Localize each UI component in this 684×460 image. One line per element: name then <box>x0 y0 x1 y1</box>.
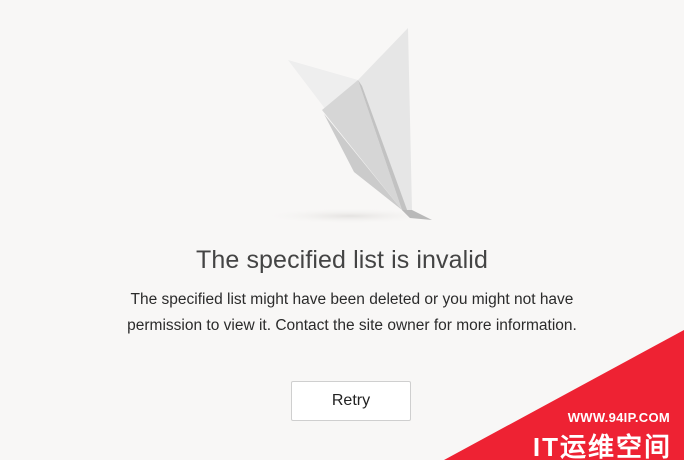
watermark-url: WWW.94IP.COM <box>567 410 670 425</box>
watermark-badge: WWW.94IP.COM IT运维空间 <box>444 330 684 460</box>
retry-button[interactable]: Retry <box>291 381 411 421</box>
watermark-brand: IT运维空间 <box>532 432 672 460</box>
paper-airplane-illustration <box>250 22 450 227</box>
error-title: The specified list is invalid <box>196 246 488 274</box>
paper-airplane-icon <box>262 28 438 224</box>
